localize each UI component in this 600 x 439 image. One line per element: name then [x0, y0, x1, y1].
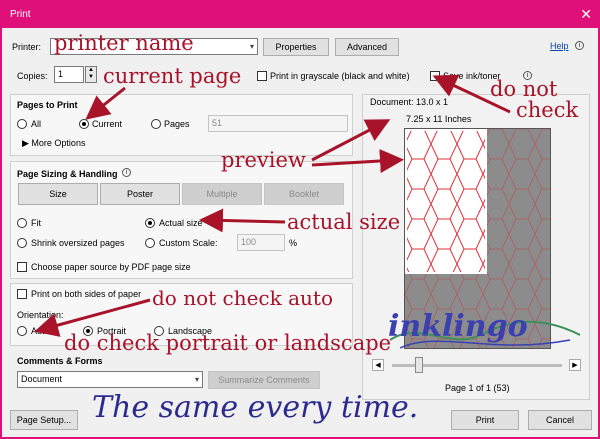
title-bar: Print ✕ — [2, 2, 600, 28]
annotation-preview: preview — [221, 148, 306, 172]
copies-stepper[interactable]: ▲ ▼ — [85, 66, 97, 83]
annotation-do-check: do check portrait or landscape — [64, 331, 392, 355]
pages-range-input[interactable]: 51 — [208, 115, 348, 132]
shrink-radio[interactable] — [17, 238, 27, 248]
annotation-current-page: current page — [103, 64, 242, 88]
printer-label: Printer: — [12, 42, 42, 52]
annotation-check: check — [516, 98, 579, 122]
page-status: Page 1 of 1 (53) — [445, 383, 510, 393]
orientation-title: Orientation: — [17, 310, 64, 320]
inklingo-logo: inklingo — [380, 300, 590, 360]
custom-scale-label: Custom Scale: — [159, 238, 218, 248]
triangle-left-icon: ◀ — [375, 362, 381, 369]
advanced-button[interactable]: Advanced — [335, 38, 399, 56]
help-link[interactable]: Help — [550, 41, 569, 51]
booklet-button[interactable]: Booklet — [264, 183, 344, 205]
actual-size-radio[interactable] — [145, 218, 155, 228]
fit-radio[interactable] — [17, 218, 27, 228]
document-size-label: Document: 13.0 x 1 — [370, 97, 449, 107]
auto-label: Auto — [31, 326, 50, 336]
chevron-down-icon: ▾ — [249, 42, 254, 51]
pages-label: Pages — [164, 119, 190, 129]
multiple-button[interactable]: Multiple — [182, 183, 262, 205]
percent-label: % — [289, 238, 298, 248]
auto-radio[interactable] — [17, 326, 27, 336]
previous-page-button[interactable]: ◀ — [372, 359, 384, 371]
copies-label: Copies: — [17, 71, 48, 81]
window-title: Print — [10, 9, 31, 20]
custom-scale-radio[interactable] — [145, 238, 155, 248]
duplex-checkbox[interactable] — [17, 289, 27, 299]
current-label: Current — [92, 119, 123, 129]
actual-size-label: Actual size — [159, 218, 203, 228]
page-sizing-title: Page Sizing & Handling — [17, 169, 118, 179]
more-options-label: More Options — [31, 138, 86, 148]
fit-label: Fit — [31, 218, 41, 228]
all-label: All — [31, 119, 42, 129]
summarize-comments-button[interactable]: Summarize Comments — [208, 371, 320, 389]
more-options-toggle[interactable]: ▶ More Options — [22, 138, 85, 149]
comments-title: Comments & Forms — [17, 356, 103, 366]
print-button[interactable]: Print — [451, 410, 519, 430]
paper-source-label: Choose paper source by PDF page size — [31, 262, 191, 272]
all-radio[interactable] — [17, 119, 27, 129]
tagline: The same every time. — [92, 390, 419, 425]
duplex-label: Print on both sides of paper — [31, 289, 142, 299]
annotation-do-not-check-auto: do not check auto — [152, 286, 333, 310]
sizing-info-icon[interactable]: i — [122, 168, 131, 177]
paper-size-label: 7.25 x 11 Inches — [406, 114, 472, 124]
comments-select[interactable]: Document ▾ — [17, 371, 203, 388]
next-page-button[interactable]: ▶ — [569, 359, 581, 371]
page-setup-button[interactable]: Page Setup... — [10, 410, 78, 430]
custom-scale-input[interactable]: 100 — [237, 234, 285, 251]
svg-text:inklingo: inklingo — [388, 309, 528, 344]
comments-value: Document — [21, 374, 63, 384]
annotation-actual-size: actual size — [287, 210, 401, 234]
grayscale-checkbox[interactable] — [257, 71, 267, 81]
close-icon[interactable]: ✕ — [580, 6, 592, 23]
paper-source-checkbox[interactable] — [17, 262, 27, 272]
help-info-icon[interactable]: i — [575, 41, 584, 50]
triangle-right-icon: ▶ — [22, 138, 32, 148]
shrink-label: Shrink oversized pages — [31, 238, 125, 248]
current-radio[interactable] — [79, 119, 89, 129]
triangle-right-icon: ▶ — [572, 362, 578, 369]
poster-button[interactable]: Poster — [100, 183, 180, 205]
cancel-button[interactable]: Cancel — [528, 410, 592, 430]
size-button[interactable]: Size — [18, 183, 98, 205]
copies-input[interactable]: 1 — [54, 66, 84, 83]
save-ink-checkbox[interactable] — [430, 71, 440, 81]
properties-button[interactable]: Properties — [263, 38, 329, 56]
logo-swirl: inklingo — [388, 309, 581, 349]
pages-radio[interactable] — [151, 119, 161, 129]
chevron-down-icon: ▾ — [194, 375, 199, 384]
pages-to-print-title: Pages to Print — [17, 100, 78, 110]
annotation-printer-name: printer name — [54, 31, 194, 55]
grayscale-label: Print in grayscale (black and white) — [270, 71, 410, 81]
